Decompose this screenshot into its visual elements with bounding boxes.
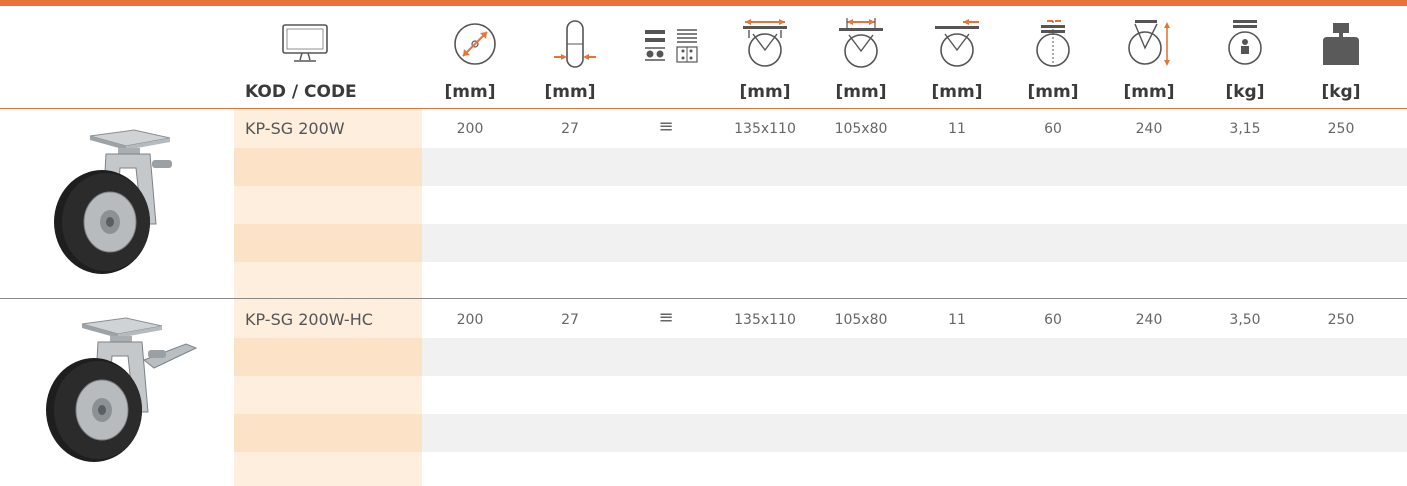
tread-width-value: 27	[561, 312, 579, 328]
overall-height-icon	[1114, 14, 1184, 74]
code-cell-bg	[234, 376, 422, 414]
code-cell-bg	[234, 186, 422, 224]
header-code: KOD / CODE	[245, 82, 357, 102]
row-stripe	[422, 224, 1407, 262]
wheel-diameter-value: 200	[456, 121, 484, 137]
bolt-diameter-value: 11	[948, 312, 966, 328]
wheel-diameter-value: 200	[456, 312, 484, 328]
bolt-spacing-value: 105x80	[834, 312, 888, 328]
code-cell-bg	[234, 224, 422, 262]
load-value: 250	[1327, 121, 1355, 137]
code-cell-bg	[234, 452, 422, 486]
offset-value: 60	[1044, 312, 1062, 328]
bearing-type-icon	[636, 14, 706, 74]
row-stripe	[422, 148, 1407, 186]
offset-value: 60	[1044, 121, 1062, 137]
code-cell-bg	[234, 414, 422, 452]
header-bolt-spacing-unit: [mm]	[835, 82, 887, 102]
header-weight-unit: [kg]	[1225, 82, 1265, 102]
bolt-hole-diameter-icon	[922, 14, 992, 74]
bearing-type-icon: ≡	[658, 307, 674, 328]
header-wheel-diameter-unit: [mm]	[444, 82, 496, 102]
header-height-unit: [mm]	[1123, 82, 1175, 102]
bearing-type-icon: ≡	[658, 116, 674, 137]
row-stripe	[422, 338, 1407, 376]
plate-size-icon	[730, 14, 800, 74]
wheel-diameter-icon	[440, 14, 510, 74]
code-cell-bg	[234, 338, 422, 376]
header-offset-unit: [mm]	[1027, 82, 1079, 102]
product-code: KP-SG 200W-HC	[245, 310, 373, 329]
plate-size-value: 135x110	[734, 121, 796, 137]
bolt-spacing-value: 105x80	[834, 121, 888, 137]
tread-width-value: 27	[561, 121, 579, 137]
height-value: 240	[1135, 312, 1163, 328]
weight-value: 3,15	[1229, 121, 1261, 137]
height-value: 240	[1135, 121, 1163, 137]
tread-width-icon	[540, 14, 610, 74]
code-cell-bg	[234, 262, 422, 298]
row-stripe	[422, 414, 1407, 452]
weight-icon	[1210, 14, 1280, 74]
top-accent-bar	[0, 0, 1407, 6]
header-plate-size-unit: [mm]	[739, 82, 791, 102]
swivel-castor-image	[40, 124, 200, 279]
bolt-diameter-value: 11	[948, 121, 966, 137]
bolt-hole-spacing-icon	[826, 14, 896, 74]
load-capacity-icon	[1306, 14, 1376, 74]
header-divider	[0, 108, 1407, 109]
header-tread-width-unit: [mm]	[544, 82, 596, 102]
header-bearing-unit	[626, 82, 706, 104]
code-cell-bg	[234, 148, 422, 186]
offset-icon	[1018, 14, 1088, 74]
swivel-castor-with-brake-image	[36, 312, 201, 467]
weight-value: 3,50	[1229, 312, 1261, 328]
product-code: KP-SG 200W	[245, 119, 345, 138]
plate-size-value: 135x110	[734, 312, 796, 328]
header-load-unit: [kg]	[1321, 82, 1361, 102]
monitor-icon	[270, 14, 340, 74]
header-bolt-diameter-unit: [mm]	[931, 82, 983, 102]
product-divider	[0, 298, 1407, 299]
load-value: 250	[1327, 312, 1355, 328]
